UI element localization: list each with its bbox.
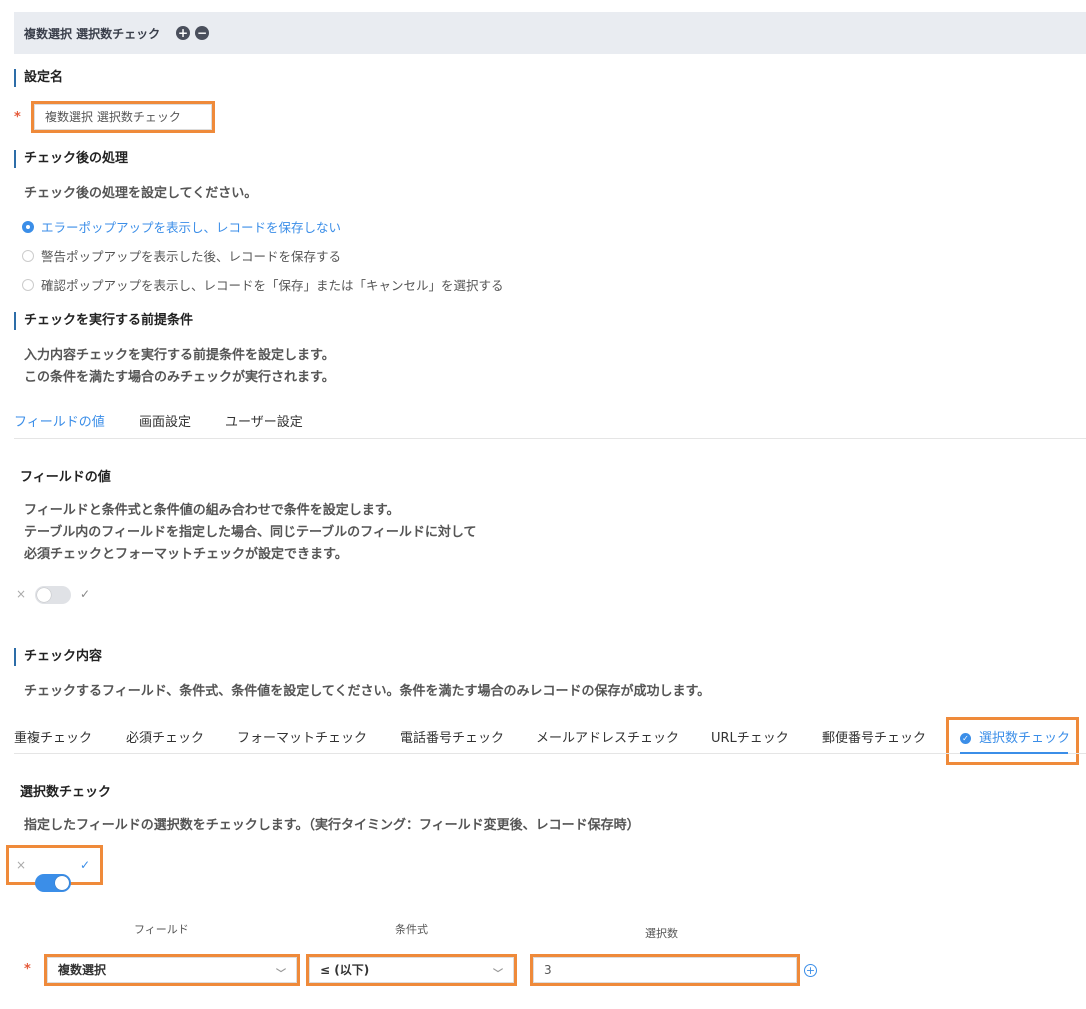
radio-indicator [22, 220, 34, 233]
setting-name-input[interactable]: 複数選択 選択数チェック [31, 101, 215, 133]
radio-label: エラーポップアップを表示し、レコードを保存しない [41, 220, 342, 235]
chevron-down-icon: ﹀ [276, 969, 286, 980]
tab-phone-check[interactable]: 電話番号チェック [400, 727, 504, 746]
plus-circle-icon[interactable]: + [176, 26, 190, 40]
toggle-knob [37, 588, 51, 602]
selection-count-input[interactable]: 3 [530, 954, 800, 986]
tab-duplicate-check[interactable]: 重複チェック [14, 727, 92, 746]
radio-error-popup[interactable]: エラーポップアップを表示し、レコードを保存しない [22, 217, 341, 236]
add-row-icon[interactable]: + [804, 964, 817, 977]
field-select-value: 複数選択 [58, 963, 107, 977]
column-header-condition: 条件式 [395, 923, 428, 936]
radio-warning-popup[interactable]: 警告ポップアップを表示した後、レコードを保存する [22, 246, 341, 265]
tabs-divider [14, 438, 1086, 439]
tab-email-check[interactable]: メールアドレスチェック [536, 727, 679, 746]
selection-count-title: 選択数チェック [20, 785, 112, 800]
minus-circle-icon[interactable]: − [195, 26, 209, 40]
radio-indicator [22, 249, 34, 262]
selection-count-description: 指定したフィールドの選択数をチェックします。（実行タイミング：フィールド変更後、… [24, 818, 640, 833]
header-title: 複数選択 選択数チェック [24, 27, 161, 41]
tab-selection-count[interactable]: ✓ 選択数チェック [960, 727, 1070, 746]
required-mark: * [24, 962, 31, 977]
check-tabs-divider [14, 753, 1086, 754]
condition-select[interactable]: ≤ (以下) ﹀ [306, 954, 517, 986]
active-tab-underline [960, 752, 1068, 754]
toggle-check-icon: ✓ [80, 587, 91, 601]
precondition-label: チェックを実行する前提条件 [14, 312, 193, 330]
check-badge-icon: ✓ [960, 733, 971, 744]
field-value-desc-2: テーブル内のフィールドを指定した場合、同じテーブルのフィールドに対して [24, 525, 477, 540]
radio-label: 確認ポップアップを表示し、レコードを「保存」または「キャンセル」を選択する [41, 278, 504, 293]
tab-format-check[interactable]: フォーマットチェック [237, 727, 367, 746]
toggle-knob [55, 876, 69, 890]
selection-count-toggle[interactable] [35, 874, 71, 892]
tab-screen-settings[interactable]: 画面設定 [139, 411, 191, 430]
field-value-desc-3: 必須チェックとフォーマットチェックが設定できます。 [24, 547, 348, 562]
radio-confirm-popup[interactable]: 確認ポップアップを表示し、レコードを「保存」または「キャンセル」を選択する [22, 275, 504, 294]
check-content-description: チェックするフィールド、条件式、条件値を設定してください。条件を満たす場合のみレ… [24, 684, 711, 699]
column-header-field: フィールド [134, 923, 189, 936]
radio-label: 警告ポップアップを表示した後、レコードを保存する [41, 249, 342, 264]
setting-name-label: 設定名 [14, 69, 63, 87]
radio-indicator [22, 278, 34, 291]
after-check-label: チェック後の処理 [14, 150, 128, 168]
field-value-desc-1: フィールドと条件式と条件値の組み合わせで条件を設定します。 [24, 503, 400, 518]
chevron-down-icon: ﹀ [493, 969, 503, 980]
toggle-check-icon: ✓ [80, 858, 91, 872]
column-header-count: 選択数 [645, 927, 678, 940]
after-check-description: チェック後の処理を設定してください。 [24, 186, 258, 201]
precondition-description-1: 入力内容チェックを実行する前提条件を設定します。 [24, 348, 335, 363]
required-mark: * [14, 110, 21, 125]
field-value-title: フィールドの値 [20, 470, 111, 485]
condition-select-value: ≤ (以下) [320, 963, 370, 977]
tab-url-check[interactable]: URLチェック [711, 727, 789, 746]
field-select[interactable]: 複数選択 ﹀ [44, 954, 300, 986]
header-bar [14, 12, 1086, 54]
precondition-description-2: この条件を満たす場合のみチェックが実行されます。 [24, 370, 335, 385]
tab-postal-check[interactable]: 郵便番号チェック [822, 727, 926, 746]
toggle-off-icon: × [16, 858, 27, 872]
tab-field-value[interactable]: フィールドの値 [14, 411, 105, 430]
precondition-toggle[interactable] [35, 586, 71, 604]
tab-required-check[interactable]: 必須チェック [126, 727, 204, 746]
tab-user-settings[interactable]: ユーザー設定 [225, 411, 303, 430]
tab-selection-count-label: 選択数チェック [979, 731, 1071, 746]
check-content-label: チェック内容 [14, 648, 102, 666]
toggle-off-icon: × [16, 587, 27, 601]
